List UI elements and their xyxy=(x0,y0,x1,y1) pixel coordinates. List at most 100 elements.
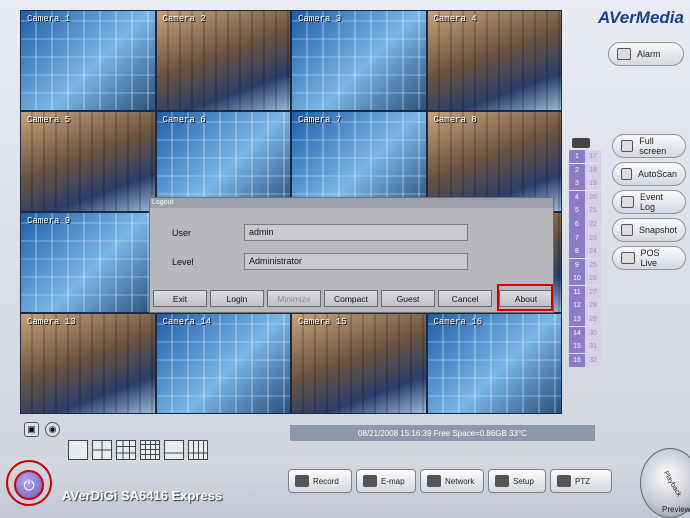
channel-button[interactable]: 7 xyxy=(569,231,585,245)
channel-button[interactable]: 9 xyxy=(569,258,585,272)
exit-button[interactable]: Exit xyxy=(153,290,207,307)
camera-label: Camera 14 xyxy=(162,317,212,327)
camera-label: Camera 13 xyxy=(27,317,76,327)
channel-button[interactable]: 1 xyxy=(569,150,585,164)
camera-label: Camera 15 xyxy=(298,317,347,327)
channel-button[interactable]: 12 xyxy=(569,299,585,313)
camera-tile-16[interactable]: Camera 16 xyxy=(426,313,562,414)
ptz-button[interactable]: PTZ xyxy=(550,469,612,493)
channel-row: 15 31 xyxy=(569,340,601,354)
audio-icon[interactable]: ◉ xyxy=(45,422,60,437)
power-highlight-circle xyxy=(6,460,52,506)
channel-button[interactable]: 13 xyxy=(569,312,585,327)
layout-4x4-button[interactable] xyxy=(140,440,160,460)
network-label: Network xyxy=(445,476,475,486)
camera-label: Camera 8 xyxy=(433,115,477,125)
tools-icon xyxy=(495,475,509,487)
channel-button-disabled[interactable]: 21 xyxy=(585,204,601,218)
channel-button[interactable]: 10 xyxy=(569,272,585,286)
camera-tile-3[interactable]: Camera 3 xyxy=(291,10,427,111)
level-label: Level xyxy=(172,257,194,267)
channel-button-disabled[interactable]: 25 xyxy=(585,258,601,272)
map-icon xyxy=(363,475,377,487)
network-icon xyxy=(427,475,441,487)
channel-button-disabled[interactable]: 19 xyxy=(585,177,601,191)
channel-button[interactable]: 2 xyxy=(569,163,585,177)
alarm-label: Alarm xyxy=(637,49,661,59)
level-field[interactable]: Administrator xyxy=(244,253,468,270)
camera-label: Camera 3 xyxy=(298,14,342,24)
channel-button-disabled[interactable]: 20 xyxy=(585,190,601,204)
channel-button-disabled[interactable]: 32 xyxy=(585,353,601,367)
camera-tile-4[interactable]: Camera 4 xyxy=(426,10,562,111)
camera-tile-2[interactable]: Camera 2 xyxy=(155,10,291,111)
channel-button[interactable]: 11 xyxy=(569,285,585,299)
channel-button-disabled[interactable]: 26 xyxy=(585,272,601,286)
channel-button[interactable]: 14 xyxy=(569,326,585,340)
channel-button-disabled[interactable]: 31 xyxy=(585,340,601,354)
channel-row: 10 26 xyxy=(569,272,601,286)
channel-button-disabled[interactable]: 23 xyxy=(585,231,601,245)
event-log-button[interactable]: Event Log xyxy=(612,190,686,214)
minimize-button[interactable]: Minimize xyxy=(267,290,321,307)
ptz-icon xyxy=(557,475,571,487)
layout-selector xyxy=(68,440,208,460)
channel-button-disabled[interactable]: 24 xyxy=(585,245,601,259)
camera-tile-15[interactable]: Camera 15 xyxy=(291,313,427,414)
channel-button[interactable]: 16 xyxy=(569,353,585,367)
channel-button[interactable]: 5 xyxy=(569,204,585,218)
camera-tile-1[interactable]: Camera 1 xyxy=(20,10,156,111)
layout-2x2-button[interactable] xyxy=(92,440,112,460)
autoscan-button[interactable]: AutoScan xyxy=(612,162,686,186)
login-button[interactable]: Login xyxy=(210,290,264,307)
preview-label[interactable]: Preview xyxy=(662,505,690,514)
channel-button[interactable]: 8 xyxy=(569,245,585,259)
alarm-button[interactable]: Alarm xyxy=(608,42,684,66)
guest-button[interactable]: Guest xyxy=(381,290,435,307)
camera-tile-14[interactable]: Camera 14 xyxy=(155,313,291,414)
camera-label: Camera 1 xyxy=(27,14,71,24)
channel-row: 12 28 xyxy=(569,299,601,313)
channel-button-disabled[interactable]: 27 xyxy=(585,285,601,299)
camera-tile-13[interactable]: Camera 13 xyxy=(20,313,156,414)
channel-row: 7 23 xyxy=(569,231,601,245)
camera-label: Camera 4 xyxy=(433,14,477,24)
user-label: User xyxy=(172,228,192,238)
network-button[interactable]: Network xyxy=(420,469,484,493)
channel-button[interactable]: 6 xyxy=(569,217,585,232)
fullscreen-icon xyxy=(621,140,634,152)
channel-row: 9 25 xyxy=(569,258,601,272)
channel-row: 6 22 xyxy=(569,217,601,232)
setup-button[interactable]: Setup xyxy=(488,469,546,493)
dialog-title: Logout xyxy=(150,198,553,208)
channel-button-disabled[interactable]: 17 xyxy=(585,150,601,164)
channel-row: 4 20 xyxy=(569,190,601,204)
camera-tile-5[interactable]: Camera 5 xyxy=(20,111,156,212)
record-button[interactable]: Record xyxy=(288,469,352,493)
channel-button-disabled[interactable]: 18 xyxy=(585,163,601,177)
camera-tile-9[interactable]: Camera 9 xyxy=(20,212,156,313)
full-screen-button[interactable]: Full screen xyxy=(612,134,686,158)
channel-button[interactable]: 3 xyxy=(569,177,585,191)
record-label: Record xyxy=(313,476,339,486)
channel-camera-icon xyxy=(572,138,590,148)
snapshot-button[interactable]: Snapshot xyxy=(612,218,686,242)
layout-3x3-button[interactable] xyxy=(116,440,136,460)
channel-button-disabled[interactable]: 30 xyxy=(585,326,601,340)
cancel-button[interactable]: Cancel xyxy=(438,290,492,307)
monitor-icon[interactable]: ▣ xyxy=(24,422,39,437)
channel-button-disabled[interactable]: 28 xyxy=(585,299,601,313)
pos-live-button[interactable]: POS Live xyxy=(612,246,686,270)
channel-button-disabled[interactable]: 22 xyxy=(585,217,601,232)
channel-button[interactable]: 15 xyxy=(569,340,585,354)
layout-1plus7-button[interactable] xyxy=(188,440,208,460)
emap-button[interactable]: E-map xyxy=(356,469,416,493)
compact-button[interactable]: Compact xyxy=(324,290,378,307)
layout-1x1-button[interactable] xyxy=(68,440,88,460)
layout-1plus5-button[interactable] xyxy=(164,440,184,460)
user-field[interactable]: admin xyxy=(244,224,468,241)
channel-button-disabled[interactable]: 29 xyxy=(585,312,601,327)
camera-label: Camera 2 xyxy=(162,14,206,24)
channel-button[interactable]: 4 xyxy=(569,190,585,204)
channel-row: 3 19 xyxy=(569,177,601,191)
